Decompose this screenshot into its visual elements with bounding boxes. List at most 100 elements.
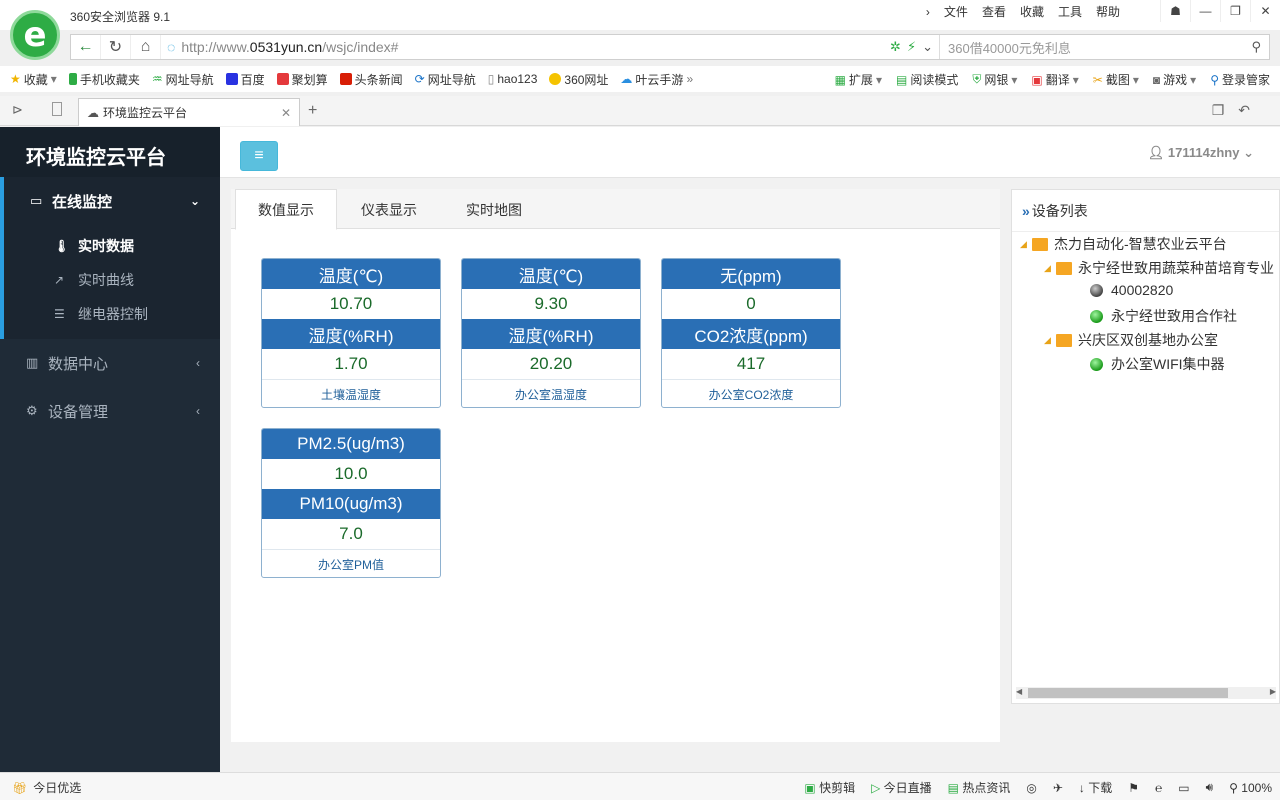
search-icon[interactable]: ⚲	[1251, 39, 1261, 55]
nav-device-manage[interactable]: ⚙ 设备管理 ‹	[0, 387, 220, 435]
tree-node-group1[interactable]: ◢ 永宁经世致用蔬菜种苗培育专业	[1044, 258, 1274, 278]
tree-node-device[interactable]: 40002820	[1090, 282, 1173, 298]
ie-icon[interactable]: ℮	[1155, 781, 1162, 795]
main-panel: 数值显示 仪表显示 实时地图 温度(℃) 10.70 湿度(%RH) 1.70 …	[231, 189, 1000, 742]
scrollbar-thumb[interactable]	[1028, 688, 1228, 698]
maximize-button[interactable]: ❐	[1220, 0, 1250, 22]
bookmark-toutiao[interactable]: 头条新闻	[339, 71, 403, 88]
screenshot-button[interactable]: ✂ 截图 ▾	[1093, 71, 1139, 88]
reader-button[interactable]: ▤ 阅读模式	[896, 71, 958, 88]
bookmark-nav[interactable]: ♒ 网址导航	[152, 71, 214, 88]
menu-help[interactable]: 帮助	[1096, 3, 1120, 21]
manager-button[interactable]: ⚲ 登录管家	[1210, 71, 1270, 88]
tree-node-group2[interactable]: ◢ 兴庆区双创基地办公室	[1044, 330, 1218, 350]
tab-gauge[interactable]: 仪表显示	[339, 189, 439, 230]
games-button[interactable]: ◙ 游戏 ▾	[1153, 71, 1196, 88]
back-button[interactable]: ←	[71, 35, 101, 59]
sensor-header: PM10(ug/m3)	[262, 489, 440, 519]
status-live[interactable]: ▷ 今日直播	[871, 779, 932, 796]
menu-tools[interactable]: 工具	[1058, 3, 1082, 21]
translate-button[interactable]: ▣ 翻译 ▾	[1031, 71, 1078, 88]
status-left[interactable]: 🎁︎ 今日优选	[12, 779, 81, 796]
collapse-icon[interactable]: ◢	[1044, 335, 1056, 346]
tree-node-device[interactable]: 办公室WIFI集中器	[1090, 354, 1225, 374]
accelerate-icon[interactable]: ◎	[1026, 781, 1036, 795]
menu-favorites[interactable]: 收藏	[1020, 3, 1044, 21]
menu-view[interactable]: 查看	[982, 3, 1006, 21]
status-download[interactable]: ↓ 下载	[1079, 779, 1112, 796]
tab-numeric[interactable]: 数值显示	[235, 189, 337, 230]
bank-button[interactable]: ⛨ 网银 ▾	[972, 71, 1017, 88]
double-chevron-icon[interactable]: »	[1022, 203, 1030, 219]
chevron-down-icon: ⌄	[1243, 145, 1254, 160]
sensor-card[interactable]: 无(ppm) 0 CO2浓度(ppm) 417 办公室CO2浓度	[661, 258, 841, 408]
sidebar-toggle-icon[interactable]: ⊳	[12, 102, 23, 118]
bookmark-games[interactable]: ☁ 叶云手游»	[620, 71, 693, 88]
phone-icon[interactable]	[52, 102, 62, 116]
window-icon[interactable]: ▭	[1178, 781, 1189, 795]
url-icons: ✲ ⚡ ⌄	[884, 39, 939, 55]
tree-node-root[interactable]: ◢ 杰力自动化-智慧农业云平台	[1020, 234, 1227, 254]
collapse-icon[interactable]: ◢	[1044, 263, 1056, 274]
minimize-button[interactable]: —	[1190, 0, 1220, 22]
clean-icon[interactable]: ✈	[1053, 781, 1063, 795]
sensor-card[interactable]: 温度(℃) 10.70 湿度(%RH) 1.70 土壤温湿度	[261, 258, 441, 408]
bookmark-favorites[interactable]: ★ 收藏 ▾	[10, 71, 57, 88]
sensor-card[interactable]: 温度(℃) 9.30 湿度(%RH) 20.20 办公室温湿度	[461, 258, 641, 408]
zoom-level: 100%	[1241, 780, 1272, 795]
zoom-control[interactable]: ⚲ 100%	[1229, 781, 1272, 795]
gift-icon: 🎁︎	[12, 780, 28, 795]
bookmark-mobile[interactable]: 手机收藏夹	[68, 71, 140, 88]
speed-mode-icon[interactable]: ⚡	[907, 39, 916, 55]
user-menu[interactable]: 👤︎ 171114zhny ⌄	[1148, 145, 1254, 161]
security-icon[interactable]: ✲	[890, 39, 901, 55]
nav-online-monitor[interactable]: ▭ 在线监控 ⌄	[0, 177, 220, 225]
home-button[interactable]: ⌂	[131, 35, 161, 59]
horizontal-scrollbar[interactable]: ◀ ▶	[1016, 687, 1276, 699]
gamepad-icon: ◙	[1152, 72, 1161, 87]
restore-tabs-icon[interactable]: ❐	[1212, 102, 1225, 119]
close-button[interactable]: ✕	[1250, 0, 1280, 22]
collapse-icon[interactable]: ◢	[1020, 239, 1032, 250]
bookmark-juhuasuan[interactable]: 聚划算	[276, 71, 328, 88]
status-clip[interactable]: ▣ 快剪辑	[804, 779, 855, 796]
dropdown-icon[interactable]: ⌄	[922, 39, 933, 55]
scroll-right-icon[interactable]: ▶	[1270, 687, 1276, 696]
undo-close-icon[interactable]: ↶	[1238, 102, 1250, 119]
scroll-left-icon[interactable]: ◀	[1016, 687, 1022, 696]
top-bar: ≡ 👤︎ 171114zhny ⌄	[220, 127, 1280, 178]
flag-icon[interactable]: ⚑	[1128, 781, 1139, 795]
url-field[interactable]: ◌ http://www. 0531yun.cn/wsjc/index#	[161, 39, 884, 55]
sensor-value: 10.0	[334, 464, 368, 483]
menu-toggle-button[interactable]: ≡	[240, 141, 278, 171]
bookmark-hao123[interactable]: ▯ hao123	[488, 72, 538, 86]
chevron-down-icon: ▾	[1132, 72, 1139, 87]
nav-relay-control[interactable]: ☰ 继电器控制	[4, 297, 220, 331]
nav-realtime-data[interactable]: 🌡︎ 实时数据	[4, 229, 220, 263]
tab-title: 环境监控云平台	[103, 106, 188, 120]
refresh-button[interactable]: ↻	[101, 35, 131, 59]
new-tab-button[interactable]: +	[308, 102, 317, 120]
bookmark-nav2[interactable]: ⟳ 网址导航	[415, 71, 476, 88]
close-tab-icon[interactable]: ✕	[281, 106, 291, 120]
volume-icon[interactable]: 🔊︎	[1206, 780, 1214, 795]
ext-button[interactable]: ▦ 扩展 ▾	[835, 71, 882, 88]
tab-map[interactable]: 实时地图	[444, 189, 544, 230]
bookmark-baidu[interactable]: 百度	[225, 71, 265, 88]
browser-tab[interactable]: ☁ 环境监控云平台 ✕	[78, 98, 300, 126]
more-icon[interactable]: »	[686, 72, 693, 86]
status-news[interactable]: ▤ 热点资讯	[948, 779, 1011, 796]
bookmark-360[interactable]: 360网址	[549, 71, 608, 88]
skin-icon[interactable]: ☗	[1160, 0, 1190, 22]
web-icon: ♒	[151, 72, 163, 86]
nav-data-center[interactable]: ▥ 数据中心 ‹	[0, 339, 220, 387]
menu-file[interactable]: 文件	[944, 3, 968, 21]
menu-expand-icon[interactable]: ›	[926, 3, 930, 21]
search-input[interactable]: 360借40000元免利息 ⚲	[939, 35, 1269, 59]
sensor-card[interactable]: PM2.5(ug/m3) 10.0 PM10(ug/m3) 7.0 办公室PM值	[261, 428, 441, 578]
url-host: 0531yun.cn	[249, 39, 323, 55]
nav-realtime-curve[interactable]: ↗ 实时曲线	[4, 263, 220, 297]
tree-node-device[interactable]: 永宁经世致用合作社	[1090, 306, 1237, 326]
user-name: 171114zhny	[1167, 145, 1240, 160]
sensor-value: 7.0	[339, 524, 363, 543]
